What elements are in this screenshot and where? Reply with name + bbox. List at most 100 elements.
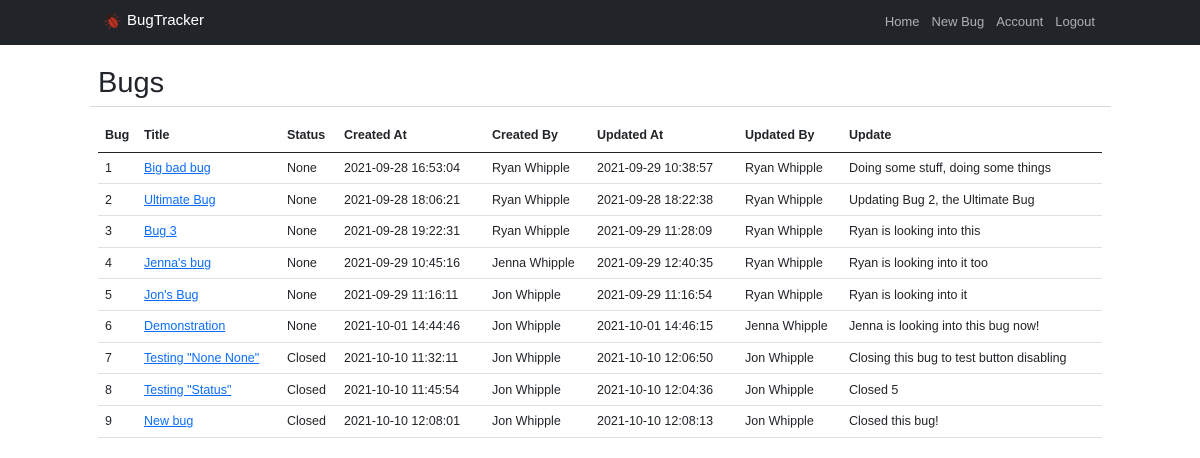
update-text: Doing some stuff, doing some things (842, 152, 1102, 185)
created-at: 2021-09-29 10:45:16 (337, 247, 485, 280)
table-row: 3 Bug 3 None 2021-09-28 19:22:31 Ryan Whippl… (98, 215, 1102, 248)
created-at: 2021-09-28 16:53:04 (337, 152, 485, 185)
table-row: 9 New bug Closed 2021-10-10 12:08:01 Jon Whi… (98, 405, 1102, 438)
bug-status: None (280, 278, 337, 311)
table-header-row: Bug Title Status Created At Created By U… (98, 119, 1102, 153)
updated-by: Ryan Whipple (738, 247, 842, 280)
bugs-table-body: 1 Big bad bug None 2021-09-28 16:53:04 Ryan … (98, 152, 1102, 438)
bug-status: Closed (280, 373, 337, 406)
update-text: Closing this bug to test button disablin… (842, 342, 1102, 375)
title-cell: Big bad bug (137, 152, 280, 185)
bug-id: 4 (98, 247, 137, 280)
header-bug: Bug (98, 119, 137, 153)
title-cell: Bug 3 (137, 215, 280, 248)
bug-status: Closed (280, 405, 337, 438)
table-row: 7 Testing "None None" Closed 2021-10-10 11:… (98, 342, 1102, 375)
bug-id: 7 (98, 342, 137, 375)
main-nav: Home New Bug Account Logout (885, 12, 1095, 32)
title-cell: Jenna's bug (137, 247, 280, 280)
created-by: Jon Whipple (485, 342, 590, 375)
bug-id: 3 (98, 215, 137, 248)
title-cell: Ultimate Bug (137, 183, 280, 216)
created-by: Ryan Whipple (485, 183, 590, 216)
updated-at: 2021-09-29 12:40:35 (590, 247, 738, 280)
updated-at: 2021-10-10 12:06:50 (590, 342, 738, 375)
created-by: Jon Whipple (485, 278, 590, 311)
header-title: Title (137, 119, 280, 153)
created-at: 2021-10-10 11:45:54 (337, 373, 485, 406)
bugs-table: Bug Title Status Created At Created By U… (98, 119, 1102, 438)
update-text: Ryan is looking into it (842, 278, 1102, 311)
table-row: 5 Jon's Bug None 2021-09-29 11:16:11 Jon Whi… (98, 278, 1102, 311)
bug-title-link[interactable]: New bug (144, 414, 193, 428)
bug-status: None (280, 183, 337, 216)
header-created-at: Created At (337, 119, 485, 153)
created-at: 2021-09-28 19:22:31 (337, 215, 485, 248)
bug-title-link[interactable]: Bug 3 (144, 224, 177, 238)
updated-by: Ryan Whipple (738, 183, 842, 216)
bug-title-link[interactable]: Jon's Bug (144, 288, 199, 302)
bug-title-link[interactable]: Testing "Status" (144, 383, 231, 397)
updated-at: 2021-09-29 10:38:57 (590, 152, 738, 185)
updated-by: Jon Whipple (738, 373, 842, 406)
nav-link-new-bug[interactable]: New Bug (932, 12, 985, 32)
bug-status: None (280, 215, 337, 248)
title-cell: New bug (137, 405, 280, 438)
bug-id: 5 (98, 278, 137, 311)
updated-at: 2021-10-10 12:08:13 (590, 405, 738, 438)
bug-status: None (280, 152, 337, 185)
brand-link[interactable]: BugTracker (101, 8, 204, 34)
created-at: 2021-10-10 12:08:01 (337, 405, 485, 438)
title-cell: Testing "Status" (137, 373, 280, 406)
header-created-by: Created By (485, 119, 590, 153)
created-by: Jon Whipple (485, 310, 590, 343)
updated-at: 2021-09-28 18:22:38 (590, 183, 738, 216)
table-row: 6 Demonstration None 2021-10-01 14:44:46 Jon… (98, 310, 1102, 343)
updated-by: Jon Whipple (738, 342, 842, 375)
bug-title-link[interactable]: Big bad bug (144, 161, 211, 175)
title-cell: Jon's Bug (137, 278, 280, 311)
bug-status: None (280, 310, 337, 343)
table-row: 4 Jenna's bug None 2021-09-29 10:45:16 Jenna… (98, 247, 1102, 280)
update-text: Ryan is looking into this (842, 215, 1102, 248)
created-at: 2021-10-10 11:32:11 (337, 342, 485, 375)
created-by: Ryan Whipple (485, 215, 590, 248)
table-row: 1 Big bad bug None 2021-09-28 16:53:04 Ryan … (98, 152, 1102, 185)
table-row: 8 Testing "Status" Closed 2021-10-10 11:45:… (98, 373, 1102, 406)
header-updated-at: Updated At (590, 119, 738, 153)
bug-status: Closed (280, 342, 337, 375)
table-row: 2 Ultimate Bug None 2021-09-28 18:06:21 Ryan… (98, 183, 1102, 216)
page-title: Bugs (98, 67, 165, 99)
header-updated-by: Updated By (738, 119, 842, 153)
bug-icon (103, 12, 121, 30)
navbar: BugTracker Home New Bug Account Logout (0, 0, 1200, 45)
update-text: Ryan is looking into it too (842, 247, 1102, 280)
updated-at: 2021-10-10 12:04:36 (590, 373, 738, 406)
bug-title-link[interactable]: Jenna's bug (144, 256, 211, 270)
updated-by: Jenna Whipple (738, 310, 842, 343)
nav-link-logout[interactable]: Logout (1055, 12, 1095, 32)
nav-link-home[interactable]: Home (885, 12, 920, 32)
updated-by: Ryan Whipple (738, 278, 842, 311)
bug-id: 1 (98, 152, 137, 185)
update-text: Closed 5 (842, 373, 1102, 406)
updated-at: 2021-10-01 14:46:15 (590, 310, 738, 343)
created-at: 2021-10-01 14:44:46 (337, 310, 485, 343)
update-text: Jenna is looking into this bug now! (842, 310, 1102, 343)
title-cell: Testing "None None" (137, 342, 280, 375)
bug-id: 8 (98, 373, 137, 406)
created-at: 2021-09-28 18:06:21 (337, 183, 485, 216)
nav-link-account[interactable]: Account (996, 12, 1043, 32)
bug-title-link[interactable]: Demonstration (144, 319, 225, 333)
update-text: Updating Bug 2, the Ultimate Bug (842, 183, 1102, 216)
bug-title-link[interactable]: Testing "None None" (144, 351, 259, 365)
updated-by: Ryan Whipple (738, 215, 842, 248)
updated-at: 2021-09-29 11:28:09 (590, 215, 738, 248)
created-by: Jon Whipple (485, 373, 590, 406)
bug-id: 2 (98, 183, 137, 216)
created-at: 2021-09-29 11:16:11 (337, 278, 485, 311)
title-cell: Demonstration (137, 310, 280, 343)
bug-title-link[interactable]: Ultimate Bug (144, 193, 216, 207)
created-by: Ryan Whipple (485, 152, 590, 185)
header-status: Status (280, 119, 337, 153)
